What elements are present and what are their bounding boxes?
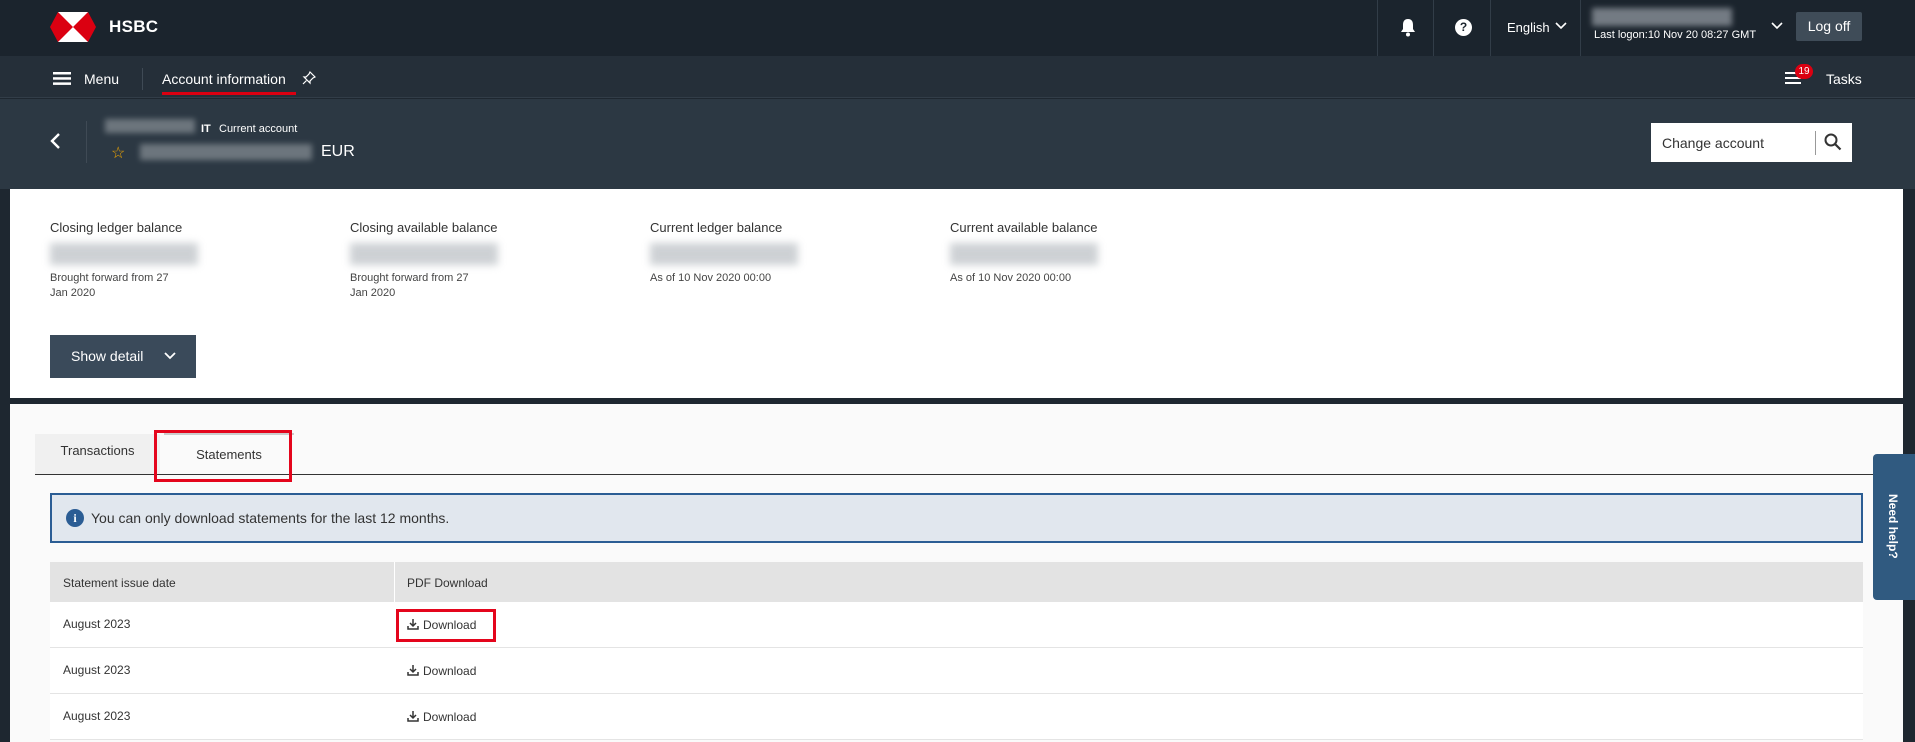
balance-closing-available: Closing available balance Brought forwar… xyxy=(350,220,610,301)
download-icon xyxy=(407,619,419,630)
balance-label: Closing ledger balance xyxy=(50,220,183,235)
divider xyxy=(1815,131,1816,155)
search-icon[interactable] xyxy=(1824,133,1842,151)
divider xyxy=(1580,0,1581,56)
table-row: August 2023 Download xyxy=(50,694,1863,740)
balance-amount-redacted xyxy=(50,243,198,265)
bell-icon[interactable] xyxy=(1399,17,1417,37)
chevron-down-icon xyxy=(164,352,176,360)
divider xyxy=(1377,0,1378,56)
brand-name: HSBC xyxy=(109,17,159,36)
download-label: Download xyxy=(423,664,477,678)
statements-table: Statement issue date PDF Download August… xyxy=(50,562,1863,740)
active-underline xyxy=(162,92,296,95)
table-header: Statement issue date PDF Download xyxy=(50,562,1863,602)
last-logon: Last logon:10 Nov 20 08:27 GMT xyxy=(1594,29,1757,41)
tab-transactions[interactable]: Transactions xyxy=(35,434,160,474)
pin-icon[interactable] xyxy=(302,71,316,85)
download-link[interactable]: Download xyxy=(407,618,476,632)
language-selector[interactable]: English xyxy=(1507,20,1550,35)
statements-panel: Transactions Statements i You can only d… xyxy=(10,404,1903,742)
balance-amount-redacted xyxy=(650,243,798,265)
balance-label: Current ledger balance xyxy=(650,220,783,235)
download-link[interactable]: Download xyxy=(407,664,476,678)
divider xyxy=(142,68,143,90)
balance-note: As of 10 Nov 2020 00:00 xyxy=(650,272,772,284)
help-icon[interactable]: ? xyxy=(1455,19,1472,36)
divider xyxy=(86,121,87,163)
need-help-tab[interactable]: Need help? xyxy=(1873,454,1915,600)
user-name-redacted xyxy=(1592,8,1732,26)
balances-card: Closing ledger balance Brought forward f… xyxy=(10,189,1903,401)
balance-note: Brought forward from 27 Jan 2020 xyxy=(50,272,169,299)
chevron-down-icon[interactable] xyxy=(1770,21,1784,31)
menu-icon[interactable] xyxy=(53,72,71,85)
account-header: IT Current account ☆ EUR Change account xyxy=(0,99,1915,189)
balance-amount-redacted xyxy=(950,243,1098,265)
download-label: Download xyxy=(423,618,477,632)
info-notice: i You can only download statements for t… xyxy=(50,493,1863,543)
balance-label: Current available balance xyxy=(950,220,1098,235)
statement-date: August 2023 xyxy=(63,709,131,723)
favorite-star-icon[interactable]: ☆ xyxy=(111,143,125,163)
menu-button[interactable]: Menu xyxy=(84,71,119,87)
statement-date: August 2023 xyxy=(63,663,131,677)
download-icon xyxy=(407,665,419,676)
balance-closing-ledger: Closing ledger balance Brought forward f… xyxy=(50,220,310,301)
need-help-label: Need help? xyxy=(1886,494,1900,559)
download-label: Download xyxy=(423,710,477,724)
chevron-down-icon[interactable] xyxy=(1554,21,1568,31)
table-row: August 2023 Download xyxy=(50,602,1863,648)
tasks-link[interactable]: Tasks xyxy=(1826,71,1862,87)
account-number-redacted xyxy=(140,144,312,160)
account-currency: EUR xyxy=(321,143,355,160)
balance-amount-redacted xyxy=(350,243,498,265)
account-type: Current account xyxy=(219,123,298,135)
tab-statements[interactable]: Statements xyxy=(164,433,294,475)
show-detail-label: Show detail xyxy=(71,348,144,364)
back-chevron-icon[interactable] xyxy=(48,131,62,151)
balance-note: As of 10 Nov 2020 00:00 xyxy=(950,272,1072,284)
divider xyxy=(1433,0,1434,56)
account-country: IT xyxy=(201,123,211,135)
balance-current-ledger: Current ledger balance As of 10 Nov 2020… xyxy=(650,220,910,286)
info-icon: i xyxy=(66,509,84,527)
column-divider xyxy=(394,562,395,602)
tasks-count-badge: 19 xyxy=(1795,64,1813,79)
show-detail-button[interactable]: Show detail xyxy=(50,335,196,378)
notice-text: You can only download statements for the… xyxy=(91,510,450,526)
table-row: August 2023 Download xyxy=(50,648,1863,694)
download-icon xyxy=(407,711,419,722)
balance-note: Brought forward from 27 Jan 2020 xyxy=(350,272,469,299)
hsbc-logo[interactable] xyxy=(50,12,96,42)
tabs-underline xyxy=(35,474,1893,475)
download-link[interactable]: Download xyxy=(407,710,476,724)
column-header-pdf-download: PDF Download xyxy=(407,576,488,590)
log-off-button[interactable]: Log off xyxy=(1796,12,1862,41)
nav-bar: Menu Account information 19 Tasks xyxy=(0,56,1915,98)
account-name-redacted xyxy=(105,119,195,133)
statement-date: August 2023 xyxy=(63,617,131,631)
top-bar: HSBC ? English Last logon:10 Nov 20 08:2… xyxy=(0,0,1915,56)
balance-current-available: Current available balance As of 10 Nov 2… xyxy=(950,220,1210,286)
divider xyxy=(1490,0,1491,56)
nav-item-account-information[interactable]: Account information xyxy=(162,71,286,87)
column-header-issue-date[interactable]: Statement issue date xyxy=(63,576,176,590)
change-account-button[interactable]: Change account xyxy=(1651,123,1852,162)
change-account-label: Change account xyxy=(1662,135,1764,151)
balance-label: Closing available balance xyxy=(350,220,498,235)
